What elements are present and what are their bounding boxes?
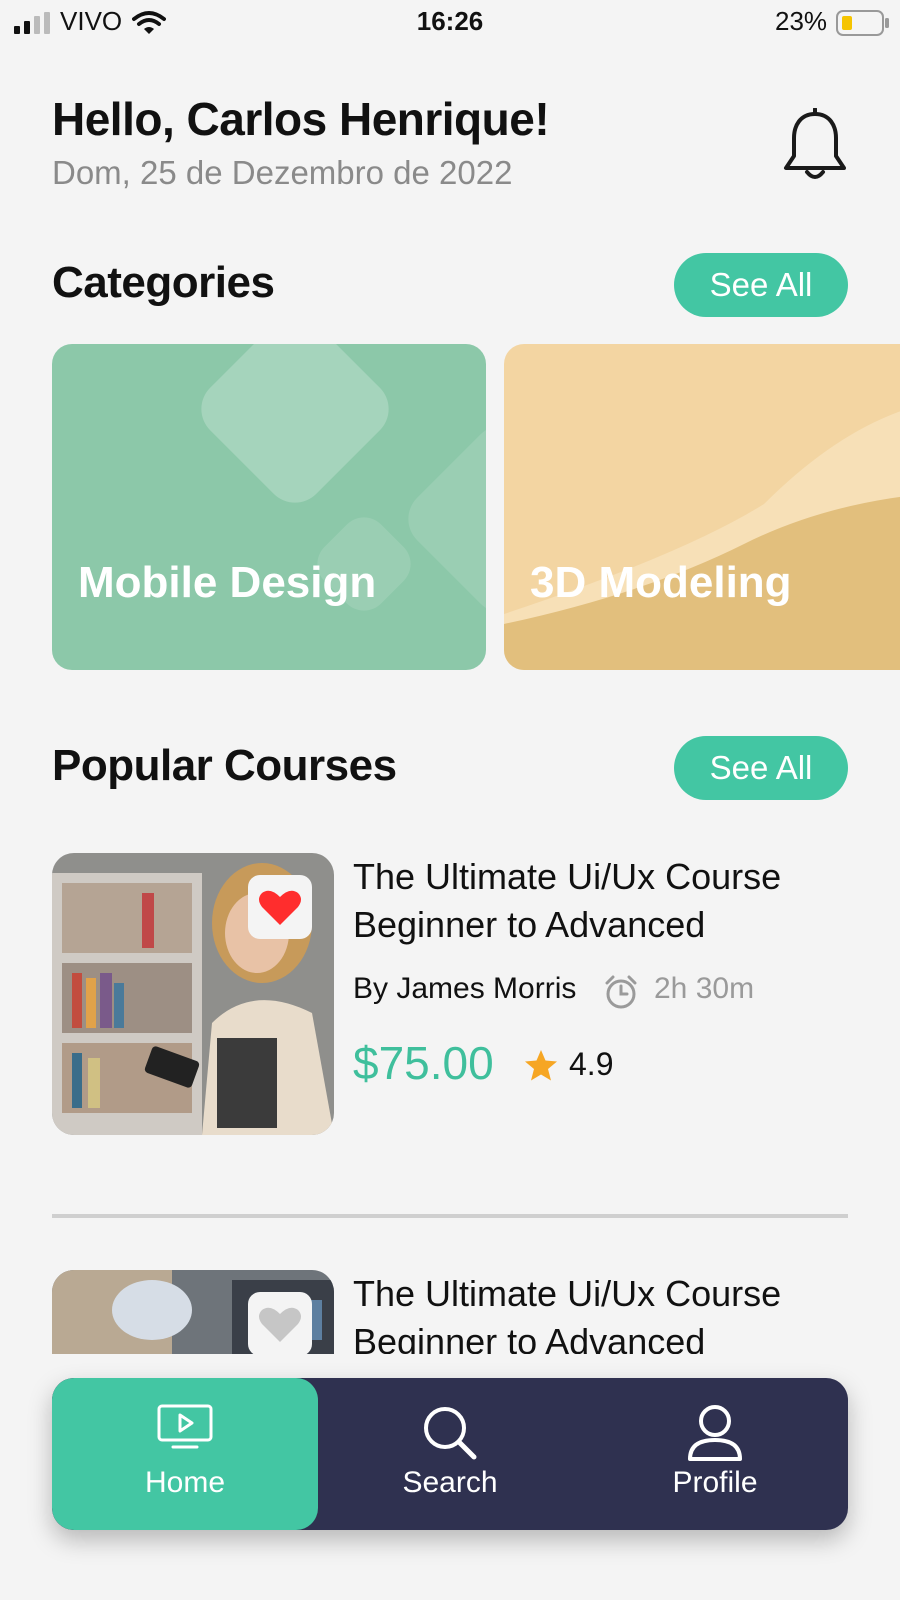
categories-title: Categories <box>52 258 275 307</box>
nav-search-label: Search <box>402 1466 498 1499</box>
alarm-clock-icon <box>605 975 637 1009</box>
nav-search[interactable]: Search <box>317 1378 583 1530</box>
category-card-3d-modeling[interactable]: 3D Modeling <box>504 344 900 670</box>
course-title[interactable]: The Ultimate Ui/Ux Course Beginner to Ad… <box>353 1270 873 1354</box>
nav-profile[interactable]: Profile <box>582 1378 848 1530</box>
favorite-button[interactable] <box>248 1292 312 1354</box>
status-bar: VIVO 16:26 23% <box>0 0 900 44</box>
course-title[interactable]: The Ultimate Ui/Ux Course Beginner to Ad… <box>353 853 873 949</box>
category-label: Mobile Design <box>78 558 377 607</box>
search-icon <box>424 1407 477 1460</box>
popular-courses-see-all-button[interactable]: See All <box>674 736 848 800</box>
course-price: $75.00 <box>353 1037 494 1089</box>
card-pattern <box>201 344 486 613</box>
course-duration: 2h 30m <box>654 972 755 1005</box>
greeting-title: Hello, Carlos Henrique! <box>52 93 550 145</box>
category-card-mobile-design[interactable]: Mobile Design <box>52 344 486 670</box>
battery-percent: 23% <box>775 6 828 36</box>
battery-icon <box>836 10 889 36</box>
course-divider <box>52 1214 848 1218</box>
heart-filled-icon <box>259 890 301 925</box>
favorite-button[interactable] <box>248 875 312 939</box>
categories-see-all-button[interactable]: See All <box>674 253 848 317</box>
category-label: 3D Modeling <box>530 558 792 607</box>
card-wave-pattern <box>504 411 900 670</box>
nav-home[interactable]: Home <box>52 1378 318 1530</box>
popular-courses-title: Popular Courses <box>52 741 397 790</box>
nav-profile-label: Profile <box>672 1466 758 1499</box>
course-rating: 4.9 <box>569 1046 614 1082</box>
user-icon <box>688 1405 742 1461</box>
status-time: 16:26 <box>416 6 484 36</box>
heart-outline-icon <box>259 1307 301 1342</box>
play-screen-icon <box>157 1404 213 1449</box>
nav-home-label: Home <box>144 1466 226 1499</box>
course-item-clipped: The Ultimate Ui/Ux Course Beginner to Ad… <box>0 1270 900 1354</box>
current-date: Dom, 25 de Dezembro de 2022 <box>52 154 513 191</box>
bottom-navigation: Home Search Profile <box>52 1378 848 1530</box>
course-author: By James Morris <box>353 972 577 1005</box>
star-icon <box>525 1050 557 1081</box>
notification-bell-icon[interactable] <box>780 108 850 188</box>
